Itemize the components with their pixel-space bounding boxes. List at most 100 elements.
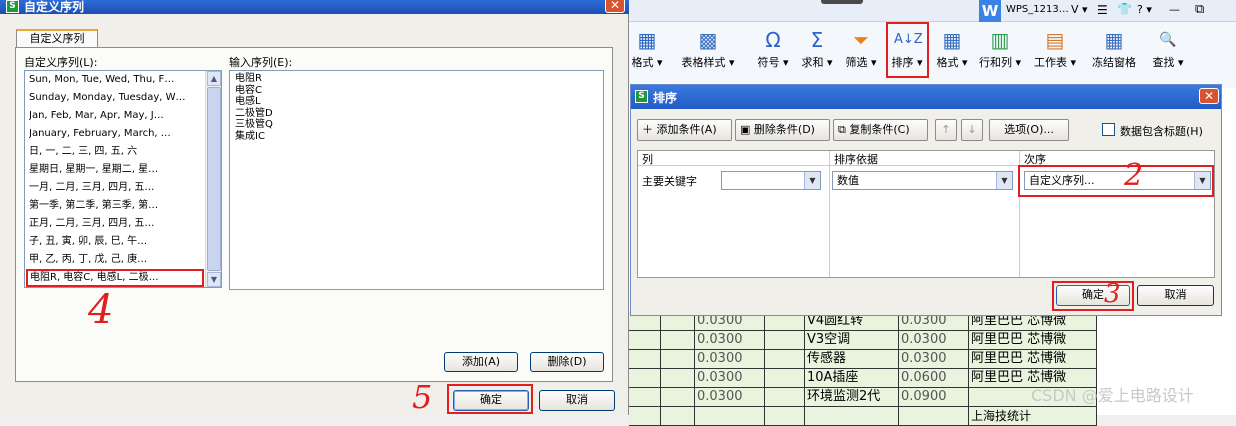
wps-icon: S: [6, 0, 19, 13]
cell[interactable]: [629, 350, 661, 369]
ok-button[interactable]: 确定: [453, 390, 529, 411]
cell[interactable]: [661, 331, 695, 350]
wps-logo-icon: W: [979, 0, 1001, 22]
chevron-down-icon[interactable]: ▼: [804, 172, 820, 189]
list-item[interactable]: 子, 丑, 寅, 卯, 辰, 巳, 午…: [29, 233, 201, 251]
sort-basis-select[interactable]: 数值 ▼: [832, 171, 1013, 190]
document-tab[interactable]: WPS_1213…: [1006, 4, 1069, 15]
cell[interactable]: [765, 331, 805, 350]
header-checkbox[interactable]: [1102, 123, 1115, 136]
cell[interactable]: 传感器: [805, 350, 899, 369]
cell[interactable]: 0.0300: [899, 350, 969, 369]
cell[interactable]: [661, 407, 695, 426]
symbol-button[interactable]: Ω 符号 ▾: [755, 28, 791, 70]
help-icon[interactable]: ? ▾: [1137, 3, 1152, 16]
table-style-icon: ▩: [698, 28, 718, 52]
format-button-left[interactable]: ▦ 格式 ▾: [629, 28, 665, 70]
cell[interactable]: [765, 388, 805, 407]
list-item[interactable]: Jan, Feb, Mar, Apr, May, J…: [29, 107, 201, 125]
minimize-icon[interactable]: —: [1169, 3, 1180, 16]
list-item[interactable]: 日, 一, 二, 三, 四, 五, 六: [29, 143, 201, 161]
cell[interactable]: [629, 331, 661, 350]
list-item[interactable]: 第一季, 第二季, 第三季, 第…: [29, 197, 201, 215]
sort-button[interactable]: A↓Z 排序 ▾: [888, 28, 926, 70]
cell[interactable]: [765, 407, 805, 426]
plus-icon: ＋: [642, 123, 653, 136]
input-sequence-textarea[interactable]: 电阻R 电容C 电感L 二极管D 三极管Q 集成IC: [229, 70, 604, 290]
delete-condition-button[interactable]: ▣ 删除条件(D): [735, 119, 830, 141]
cell[interactable]: [899, 407, 969, 426]
worksheet-button[interactable]: ▤ 工作表 ▾: [1031, 28, 1079, 70]
cell[interactable]: [629, 388, 661, 407]
tab-custom-list[interactable]: 自定义序列: [16, 29, 98, 48]
delete-button[interactable]: 删除(D): [530, 352, 604, 372]
shirt-icon[interactable]: 👕: [1117, 2, 1132, 16]
list-item[interactable]: 一月, 二月, 三月, 四月, 五…: [29, 179, 201, 197]
cell[interactable]: [695, 407, 765, 426]
cell[interactable]: 0.0900: [899, 388, 969, 407]
scroll-down-icon[interactable]: ▼: [207, 272, 221, 287]
cell[interactable]: [661, 388, 695, 407]
custom-list-box[interactable]: Sun, Mon, Tue, Wed, Thu, F… Sunday, Mond…: [24, 70, 222, 288]
list-item[interactable]: January, February, March, …: [29, 125, 201, 143]
custom-list-dialog: S 自定义序列 ✕ 自定义序列 自定义序列(L): 输入序列(E): Sun, …: [0, 0, 629, 415]
ribbon-label: 行和列: [978, 56, 1012, 69]
list-item[interactable]: 星期日, 星期一, 星期二, 星…: [29, 161, 201, 179]
cell[interactable]: 阿里巴巴 芯博微: [969, 331, 1097, 350]
add-condition-button[interactable]: ＋ 添加条件(A): [637, 119, 732, 141]
format-button[interactable]: ▦ 格式 ▾: [933, 28, 971, 70]
move-down-icon[interactable]: ↓: [961, 119, 983, 141]
column-select[interactable]: ▼: [721, 171, 821, 190]
cell[interactable]: 0.0600: [899, 369, 969, 388]
options-button[interactable]: 选项(O)...: [989, 119, 1069, 141]
move-up-icon[interactable]: ↑: [935, 119, 957, 141]
cell[interactable]: 环境监测2代: [805, 388, 899, 407]
list-item[interactable]: Sunday, Monday, Tuesday, W…: [29, 89, 201, 107]
cell[interactable]: 0.0300: [695, 388, 765, 407]
cell[interactable]: [629, 369, 661, 388]
scroll-thumb[interactable]: [207, 87, 221, 271]
cell[interactable]: 上海技统计: [969, 407, 1097, 426]
cell[interactable]: [661, 350, 695, 369]
cell[interactable]: V3空调: [805, 331, 899, 350]
tab-dropdown-icon[interactable]: V ▾: [1071, 3, 1088, 16]
close-icon[interactable]: ✕: [1199, 88, 1219, 104]
filter-button[interactable]: ⏷ 筛选 ▾: [843, 28, 879, 70]
order-select[interactable]: 自定义序列... ▼: [1024, 171, 1211, 190]
cell[interactable]: [629, 407, 661, 426]
chevron-down-icon[interactable]: ▼: [1194, 172, 1210, 189]
table-style-button[interactable]: ▩ 表格样式 ▾: [677, 28, 739, 70]
list-scrollbar[interactable]: ▲ ▼: [205, 71, 221, 287]
cell[interactable]: [765, 350, 805, 369]
cell[interactable]: [765, 369, 805, 388]
restore-icon[interactable]: ⧉: [1195, 2, 1204, 17]
list-item[interactable]: 正月, 二月, 三月, 四月, 五…: [29, 215, 201, 233]
chevron-down-icon[interactable]: ▼: [996, 172, 1012, 189]
list-item[interactable]: Sun, Mon, Tue, Wed, Thu, F…: [29, 71, 201, 89]
freeze-panes-button[interactable]: ▦ 冻结窗格: [1087, 28, 1141, 70]
list-item[interactable]: 甲, 乙, 丙, 丁, 戊, 己, 庚…: [29, 251, 201, 269]
cell[interactable]: 0.0300: [695, 369, 765, 388]
format-grid-icon: ▦: [942, 28, 962, 52]
cell[interactable]: [805, 407, 899, 426]
cancel-button[interactable]: 取消: [539, 390, 615, 411]
ribbon-label: 筛选: [845, 56, 868, 69]
scroll-up-icon[interactable]: ▲: [207, 71, 221, 86]
cell[interactable]: 10A插座: [805, 369, 899, 388]
cell[interactable]: 0.0300: [899, 331, 969, 350]
add-button[interactable]: 添加(A): [444, 352, 518, 372]
copy-condition-button[interactable]: ⧉ 复制条件(C): [833, 119, 928, 141]
ribbon-label: 符号: [757, 56, 780, 69]
rows-cols-button[interactable]: ▥ 行和列 ▾: [977, 28, 1023, 70]
sum-button[interactable]: Σ 求和 ▾: [799, 28, 835, 70]
menu-icon[interactable]: ☰: [1097, 3, 1108, 17]
cell[interactable]: 0.0300: [695, 331, 765, 350]
cell[interactable]: 阿里巴巴 芯博微: [969, 350, 1097, 369]
cell[interactable]: 0.0300: [695, 350, 765, 369]
list-item-selected[interactable]: 电阻R, 电容C, 电感L, 二极…: [26, 269, 204, 287]
cell[interactable]: [661, 369, 695, 388]
close-icon[interactable]: ✕: [605, 0, 625, 13]
sort-dialog-title: 排序: [653, 91, 678, 105]
find-button[interactable]: 🔍 查找 ▾: [1149, 28, 1187, 70]
cancel-button[interactable]: 取消: [1137, 285, 1214, 306]
